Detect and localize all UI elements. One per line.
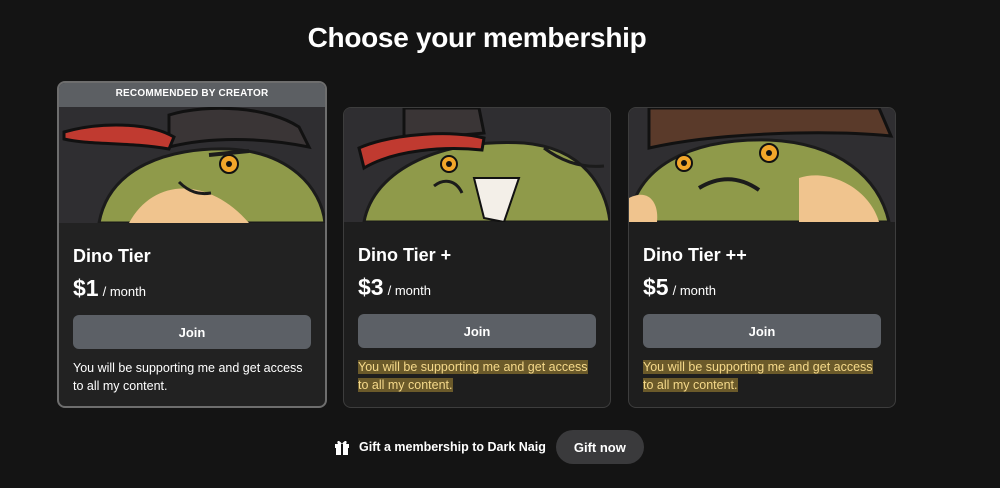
tier-period: / month — [672, 283, 716, 298]
tier-description: You will be supporting me and get access… — [73, 361, 303, 393]
tier-period: / month — [387, 283, 431, 298]
tier-price: $5 — [643, 274, 669, 300]
gift-text: Gift a membership to Dark Naig — [359, 440, 546, 454]
join-button[interactable]: Join — [358, 314, 596, 348]
gift-membership-row: Gift a membership to Dark Naig Gift now — [333, 430, 644, 464]
gift-now-button[interactable]: Gift now — [555, 430, 644, 464]
tier-card-dino-tier: RECOMMENDED BY CREATOR Dino Tier $1 / mo… — [57, 81, 327, 408]
recommended-badge: RECOMMENDED BY CREATOR — [59, 83, 325, 107]
tier-card-dino-tier-plus-plus: Dino Tier ++ $5 / month Join You will be… — [628, 107, 896, 408]
tier-price: $3 — [358, 274, 384, 300]
tier-description: You will be supporting me and get access… — [358, 360, 588, 392]
tier-description: You will be supporting me and get access… — [643, 360, 873, 392]
tier-name: Dino Tier + — [358, 245, 452, 265]
tier-name: Dino Tier ++ — [643, 245, 747, 265]
tier-image — [629, 108, 895, 222]
join-button[interactable]: Join — [73, 315, 311, 349]
tier-image — [344, 108, 610, 222]
join-button[interactable]: Join — [643, 314, 881, 348]
tier-card-dino-tier-plus: Dino Tier + $3 / month Join You will be … — [343, 107, 611, 408]
tier-period: / month — [102, 284, 146, 299]
tier-image — [59, 107, 325, 223]
tier-name: Dino Tier — [73, 246, 151, 266]
page-title: Choose your membership — [307, 22, 647, 53]
tier-price: $1 — [73, 275, 99, 301]
gift-icon — [333, 438, 351, 456]
